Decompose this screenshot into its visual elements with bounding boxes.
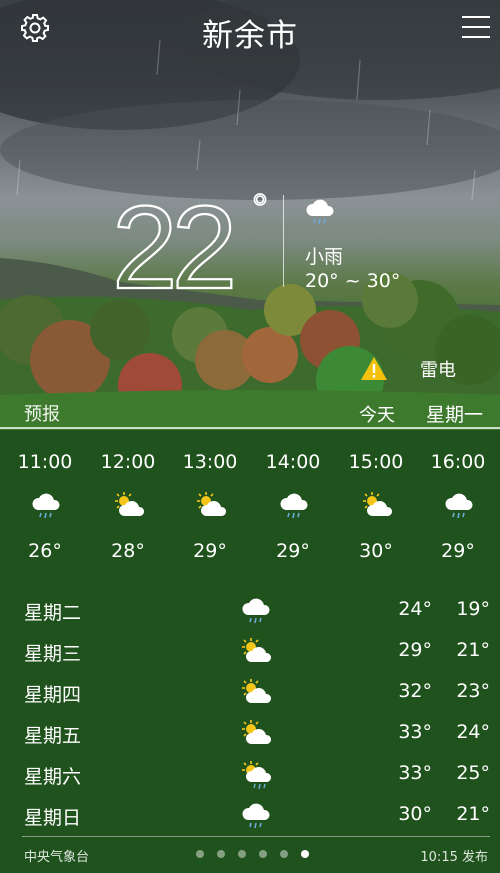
rain-cloud-icon [32,493,60,519]
daily-row[interactable]: 星期二 24° 19° [0,596,500,630]
rain-cloud-icon [242,598,270,624]
page-dot[interactable] [301,850,309,858]
menu-icon[interactable] [462,16,490,40]
today-label: 今天 [359,405,395,426]
alert-label: 雷电 [420,360,456,381]
footer-divider [22,836,490,837]
panel-divider [0,427,500,429]
low-temperature: 21° [456,803,490,825]
current-weekday: 星期一 [426,404,484,426]
partly-cloudy-icon [242,679,272,703]
high-temperature: 24° [398,598,432,620]
daily-row[interactable]: 星期日 30° 21° [0,801,500,835]
condition-text: 小雨 [305,246,344,268]
page-dot[interactable] [238,850,246,858]
high-temperature: 33° [398,721,432,743]
daily-row[interactable]: 星期五 33° 24° [0,719,500,753]
weather-alert[interactable]: 雷电 [360,354,456,384]
low-temperature: 24° [456,721,490,743]
high-temperature: 32° [398,680,432,702]
data-source: 中央气象台 [24,850,90,865]
degree-symbol: ° [252,187,268,231]
day-name: 星期四 [24,684,82,706]
page-dot[interactable] [280,850,288,858]
high-temperature: 30° [398,803,432,825]
temperature-divider [283,195,284,287]
hour-time: 14:00 [265,451,321,473]
rain-cloud-icon [445,493,473,519]
page-dot[interactable] [196,850,204,858]
temperature-value: 22 [112,182,232,300]
hour-temperature: 29° [193,540,227,562]
page-dot[interactable] [259,850,267,858]
hour-temperature: 29° [441,540,475,562]
forecast-label: 预报 [24,404,60,425]
current-temperature: 22 ° [112,181,269,300]
day-name: 星期三 [24,643,82,665]
partly-cloudy-icon [242,638,272,662]
city-title: 新余市 [202,18,298,54]
partly-cloudy-icon [363,492,393,516]
day-name: 星期二 [24,602,82,624]
partly-cloudy-icon [197,492,227,516]
daily-row[interactable]: 星期六 33° 25° [0,760,500,794]
hour-temperature: 29° [276,540,310,562]
partly-cloudy-icon [115,492,145,516]
hour-time: 12:00 [100,451,156,473]
day-name: 星期日 [24,807,82,829]
low-temperature: 21° [456,639,490,661]
low-temperature: 23° [456,680,490,702]
page-dot[interactable] [217,850,225,858]
hour-time: 13:00 [182,451,238,473]
high-temperature: 29° [398,639,432,661]
partly-cloudy-icon [242,720,272,744]
rain-cloud-icon [280,493,308,519]
daily-row[interactable]: 星期三 29° 21° [0,637,500,671]
page-indicator[interactable] [196,850,309,860]
rain-cloud-icon [306,199,334,225]
low-temperature: 19° [456,598,490,620]
hour-time: 15:00 [348,451,404,473]
hour-temperature: 30° [359,540,393,562]
hour-temperature: 28° [111,540,145,562]
high-temperature: 33° [398,762,432,784]
sun-rain-cloud-icon [242,761,272,790]
temperature-range: 20° ~ 30° [305,270,401,292]
hour-temperature: 26° [28,540,62,562]
hour-time: 11:00 [17,451,73,473]
day-name: 星期六 [24,766,82,788]
warning-icon [361,357,387,380]
rain-cloud-icon [242,803,270,829]
low-temperature: 25° [456,762,490,784]
publish-time: 10:15 发布 [420,850,488,865]
day-name: 星期五 [24,725,82,747]
hour-time: 16:00 [430,451,486,473]
daily-row[interactable]: 星期四 32° 23° [0,678,500,712]
